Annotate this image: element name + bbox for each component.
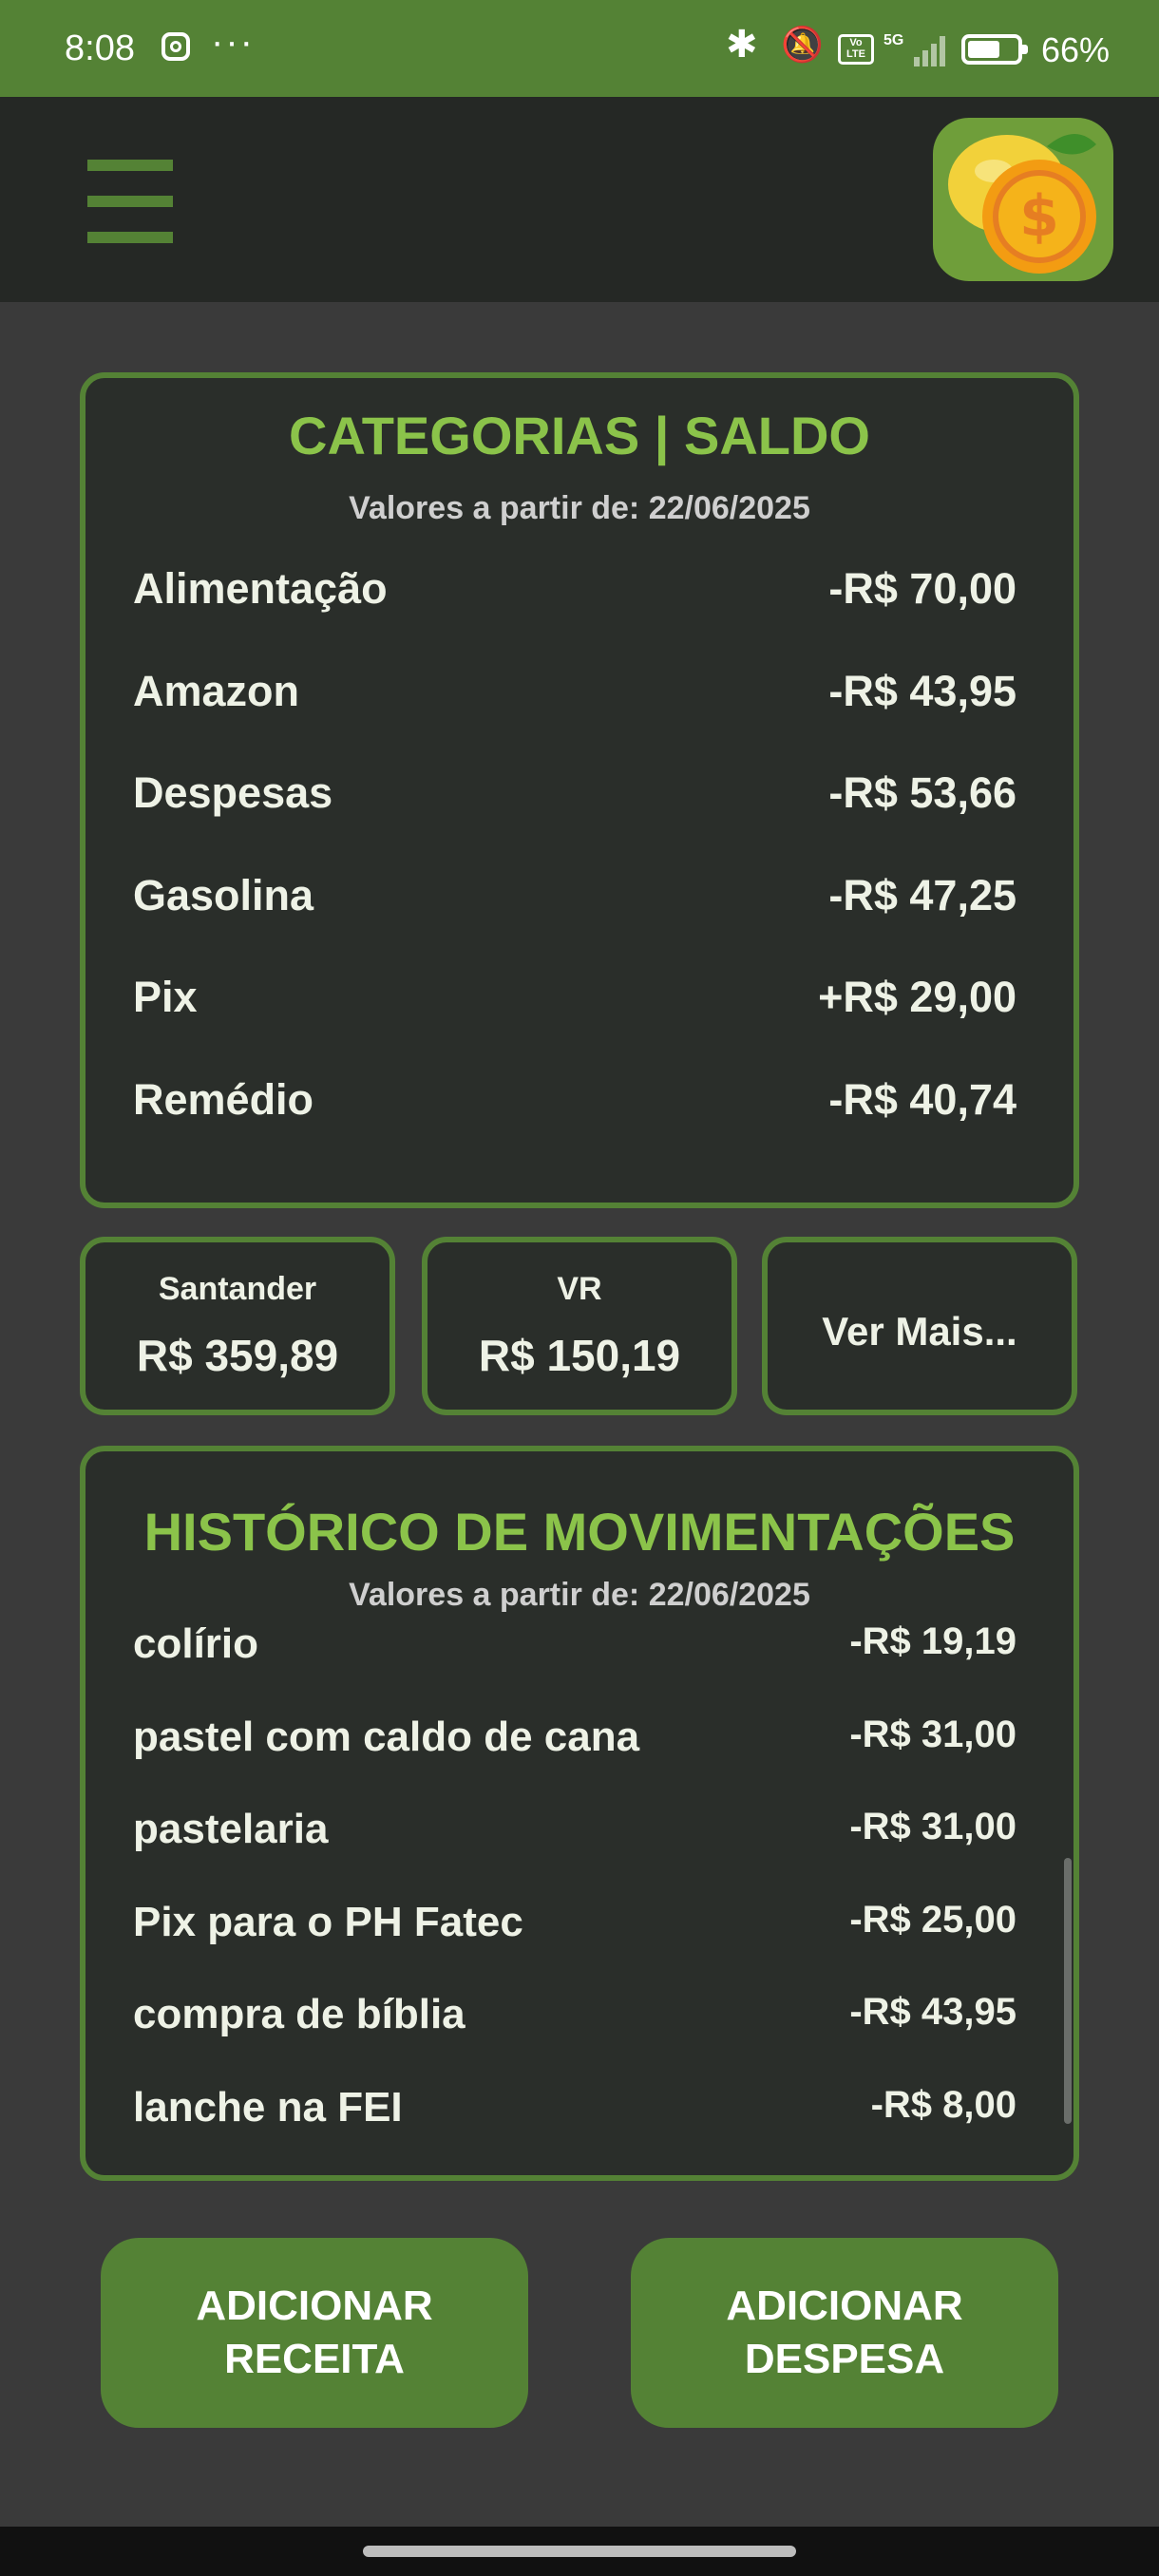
transaction-row-label: colírio [133, 1620, 259, 1667]
transaction-row[interactable]: Pix para o PH Fatec -R$ 25,00 [133, 1899, 1016, 1956]
account-card-santander[interactable]: Santander R$ 359,89 [80, 1237, 395, 1415]
account-name: Santander [158, 1271, 317, 1307]
add-expense-label: ADICIONAR DESPESA [726, 2282, 963, 2382]
category-row-label: Gasolina [133, 870, 314, 919]
transaction-row-value: -R$ 8,00 [870, 2083, 1016, 2126]
home-gesture-bar[interactable] [363, 2546, 796, 2557]
category-row-label: Remédio [133, 1074, 314, 1124]
category-row-value: +R$ 29,00 [818, 973, 1016, 1021]
status-time: 8:08 [65, 28, 135, 68]
category-row[interactable]: Despesas -R$ 53,66 [133, 768, 1016, 825]
category-row-label: Pix [133, 973, 198, 1021]
transaction-row[interactable]: pastel com caldo de cana -R$ 31,00 [133, 1714, 1016, 1771]
category-row[interactable]: Pix +R$ 29,00 [133, 973, 1016, 1030]
signal-icon [914, 34, 948, 66]
transaction-row-label: lanche na FEI [133, 2083, 403, 2131]
more-notifications-icon: ··· [211, 21, 255, 63]
history-subtitle: Valores a partir de: 22/06/2025 [349, 1577, 810, 1613]
transaction-history-card[interactable]: HISTÓRICO DE MOVIMENTAÇÕES Valores a par… [80, 1446, 1079, 2181]
transaction-row-value: -R$ 31,00 [849, 1713, 1016, 1755]
transaction-row-value: -R$ 43,95 [849, 1991, 1016, 2033]
categories-subtitle: Valores a partir de: 22/06/2025 [349, 490, 810, 526]
account-balance: R$ 359,89 [136, 1331, 339, 1380]
add-expense-button[interactable]: ADICIONAR DESPESA [631, 2238, 1058, 2428]
add-income-button[interactable]: ADICIONAR RECEITA [101, 2238, 528, 2428]
instagram-icon [162, 32, 190, 61]
battery-icon [961, 34, 1028, 65]
status-bar: 8:08 ··· ✱ 🔕 Vo LTE 5G 66% [0, 0, 1159, 97]
app-bar: $ [0, 97, 1159, 302]
category-row-value: -R$ 70,00 [828, 564, 1016, 613]
add-income-label: ADICIONAR RECEITA [196, 2282, 433, 2382]
history-title: HISTÓRICO DE MOVIMENTAÇÕES [143, 1502, 1016, 1562]
category-row-value: -R$ 40,74 [828, 1074, 1016, 1124]
category-row[interactable]: Amazon -R$ 43,95 [133, 667, 1016, 724]
network-type: 5G [884, 32, 904, 48]
category-row-value: -R$ 47,25 [828, 870, 1016, 919]
account-balance: R$ 150,19 [478, 1331, 681, 1380]
see-more-button[interactable]: Ver Mais... [762, 1237, 1077, 1415]
account-card-vr[interactable]: VR R$ 150,19 [422, 1237, 737, 1415]
categories-balance-card: CATEGORIAS | SALDO Valores a partir de: … [80, 372, 1079, 1208]
transaction-row-value: -R$ 19,19 [849, 1620, 1016, 1662]
category-row-label: Alimentação [133, 564, 388, 613]
battery-percent: 66% [1041, 30, 1111, 69]
hamburger-menu-icon[interactable] [87, 160, 173, 243]
category-row-label: Despesas [133, 768, 333, 817]
category-row-label: Amazon [133, 666, 300, 715]
transaction-row-label: pastelaria [133, 1806, 329, 1852]
navigation-bar [0, 2527, 1159, 2576]
account-name: VR [557, 1271, 602, 1307]
transaction-row[interactable]: pastelaria -R$ 31,00 [133, 1806, 1016, 1863]
category-row[interactable]: Gasolina -R$ 47,25 [133, 871, 1016, 928]
transaction-row-label: pastel com caldo de cana [133, 1713, 640, 1760]
vibrate-off-icon: 🔕 [781, 25, 824, 64]
transaction-row-value: -R$ 25,00 [849, 1898, 1016, 1941]
lemon-coin-logo-icon: $ [933, 118, 1113, 281]
see-more-label: Ver Mais... [822, 1309, 1017, 1354]
category-row[interactable]: Alimentação -R$ 70,00 [133, 564, 1016, 621]
bluetooth-icon: ✱ [726, 24, 758, 66]
transaction-row-label: Pix para o PH Fatec [133, 1898, 523, 1945]
volte-icon: Vo LTE [838, 34, 874, 65]
transaction-row[interactable]: colírio -R$ 19,19 [133, 1620, 1016, 1677]
category-row[interactable]: Remédio -R$ 40,74 [133, 1075, 1016, 1132]
transaction-row-label: compra de bíblia [133, 1991, 466, 2037]
transaction-row-value: -R$ 31,00 [849, 1806, 1016, 1847]
svg-text:$: $ [1019, 183, 1059, 250]
transaction-row[interactable]: compra de bíblia -R$ 43,95 [133, 1991, 1016, 2048]
category-row-value: -R$ 43,95 [828, 666, 1016, 715]
history-scrollbar[interactable] [1064, 1858, 1072, 2124]
categories-title: CATEGORIAS | SALDO [289, 406, 870, 465]
transaction-row[interactable]: lanche na FEI -R$ 8,00 [133, 2084, 1016, 2141]
category-row-value: -R$ 53,66 [828, 768, 1016, 817]
